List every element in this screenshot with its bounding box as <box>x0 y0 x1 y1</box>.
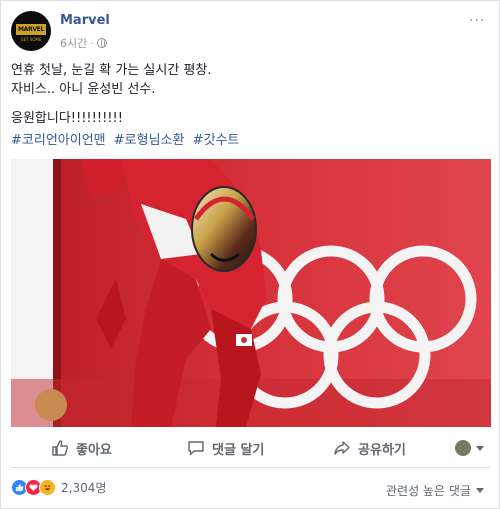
facebook-post: MARVEL GET SOME Marvel 6시간 · ··· 연휴 첫날, … <box>0 0 500 509</box>
post-options-button[interactable]: ··· <box>469 13 485 29</box>
action-bar: 좋아요 댓글 달기 공유하기 <box>11 433 491 463</box>
hashtag-link[interactable]: #로형님소환 <box>114 133 185 148</box>
reaction-count: 2,304명 <box>61 481 107 495</box>
like-label: 좋아요 <box>76 442 112 458</box>
viewer-avatar <box>455 440 471 456</box>
share-arrow-icon <box>334 441 350 455</box>
page-avatar[interactable]: MARVEL GET SOME <box>11 11 51 51</box>
reaction-summary[interactable]: 2,304명 <box>11 479 106 496</box>
comment-button[interactable]: 댓글 달기 <box>187 439 264 458</box>
thumbs-up-icon <box>52 440 68 456</box>
post-as-selector[interactable] <box>455 440 484 456</box>
hashtag-list: #코리언아이언맨 #로형님소환 #갓수트 <box>11 129 243 148</box>
share-button[interactable]: 공유하기 <box>333 439 406 458</box>
divider <box>11 467 491 468</box>
like-button[interactable]: 좋아요 <box>51 439 112 458</box>
hashtag-link[interactable]: #코리언아이언맨 <box>11 133 106 148</box>
comment-sort-label: 관련성 높은 댓글 <box>386 484 471 498</box>
avatar-logo: MARVEL <box>16 24 46 35</box>
hashtag-link[interactable]: #갓수트 <box>193 133 240 148</box>
post-time[interactable]: 6시간 <box>60 35 87 51</box>
haha-reaction-icon <box>39 479 56 496</box>
post-text-line: 연휴 첫날, 눈길 확 가는 실시간 평창. <box>11 63 212 78</box>
comment-sort-dropdown[interactable]: 관련성 높은 댓글 <box>386 482 484 499</box>
chevron-down-icon <box>476 445 484 451</box>
comment-label: 댓글 달기 <box>212 442 265 458</box>
chevron-down-icon <box>475 488 484 493</box>
post-photo[interactable] <box>11 159 491 427</box>
post-text-line: 자비스.. 아니 윤성빈 선수. <box>11 82 156 97</box>
skeleton-athlete-photo <box>11 159 491 427</box>
post-body: 연휴 첫날, 눈길 확 가는 실시간 평창. 자비스.. 아니 윤성빈 선수. … <box>11 61 491 128</box>
avatar-logo-subtext: GET SOME <box>20 37 42 42</box>
share-label: 공유하기 <box>358 442 406 458</box>
globe-icon[interactable] <box>96 38 107 48</box>
post-text-cheer: 응원합니다!!!!!!!!!! <box>11 111 123 126</box>
comment-bubble-icon <box>188 441 204 456</box>
meta-separator: · <box>90 36 94 50</box>
post-meta: 6시간 · <box>60 35 107 51</box>
author-name[interactable]: Marvel <box>60 13 110 28</box>
